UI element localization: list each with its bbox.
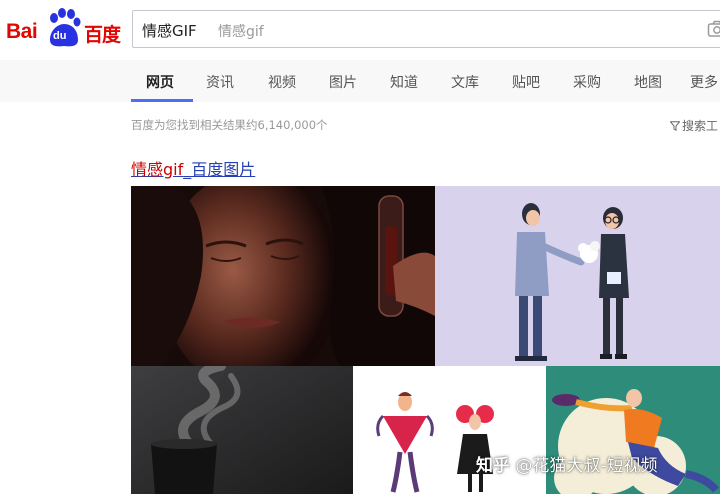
camera-icon[interactable] (707, 20, 720, 38)
search-suggestion[interactable]: 情感gif (218, 21, 264, 41)
tab-zhidao[interactable]: 知道 (390, 72, 418, 92)
tab-web[interactable]: 网页 (146, 72, 174, 92)
result-title-link[interactable]: 情感gif_百度图片 (131, 156, 255, 180)
search-query: 情感GIF (142, 22, 197, 40)
tab-video[interactable]: 视频 (268, 72, 296, 92)
tab-purchase[interactable]: 采购 (573, 72, 601, 92)
tab-images[interactable]: 图片 (329, 72, 357, 92)
baidu-paw-icon (50, 8, 81, 47)
active-tab-indicator (131, 99, 193, 102)
result-title-highlight: 情感gif (131, 160, 184, 179)
result-image-steaming-cup[interactable] (131, 366, 353, 494)
result-title-rest: _百度图片 (183, 160, 256, 179)
tab-wenku[interactable]: 文库 (451, 72, 479, 92)
result-count: 百度为您找到相关结果约6,140,000个 (131, 118, 328, 132)
tab-more[interactable]: 更多 (690, 72, 718, 92)
result-image-couple-flowers[interactable] (435, 186, 720, 366)
logo-cn-text: 百度 (84, 24, 121, 46)
search-tools-label: 搜索工 (682, 119, 719, 133)
watermark-author: @花猫大叔-短视频 (515, 456, 658, 476)
tab-news[interactable]: 资讯 (206, 72, 234, 92)
result-image-woman-crying[interactable] (131, 186, 435, 366)
search-tabs: 网页 资讯 视频 图片 知道 文库 贴吧 采购 地图 更多 (0, 60, 720, 102)
tab-tieba[interactable]: 贴吧 (512, 72, 540, 92)
logo-du-text: du (53, 30, 67, 42)
filter-icon (670, 121, 680, 131)
tab-map[interactable]: 地图 (634, 72, 662, 92)
logo-bai-text: Bai (6, 20, 38, 43)
zhihu-watermark: 知乎 @花猫大叔-短视频 (476, 451, 658, 476)
baidu-logo[interactable]: Bai du 百度 (6, 6, 124, 50)
header: Bai du 百度 情感GIF 情感gif (0, 0, 720, 60)
search-input[interactable]: 情感GIF 情感gif (132, 10, 720, 48)
zhihu-logo: 知乎 (476, 456, 510, 476)
search-tools-button[interactable]: 搜索工 (670, 117, 718, 134)
